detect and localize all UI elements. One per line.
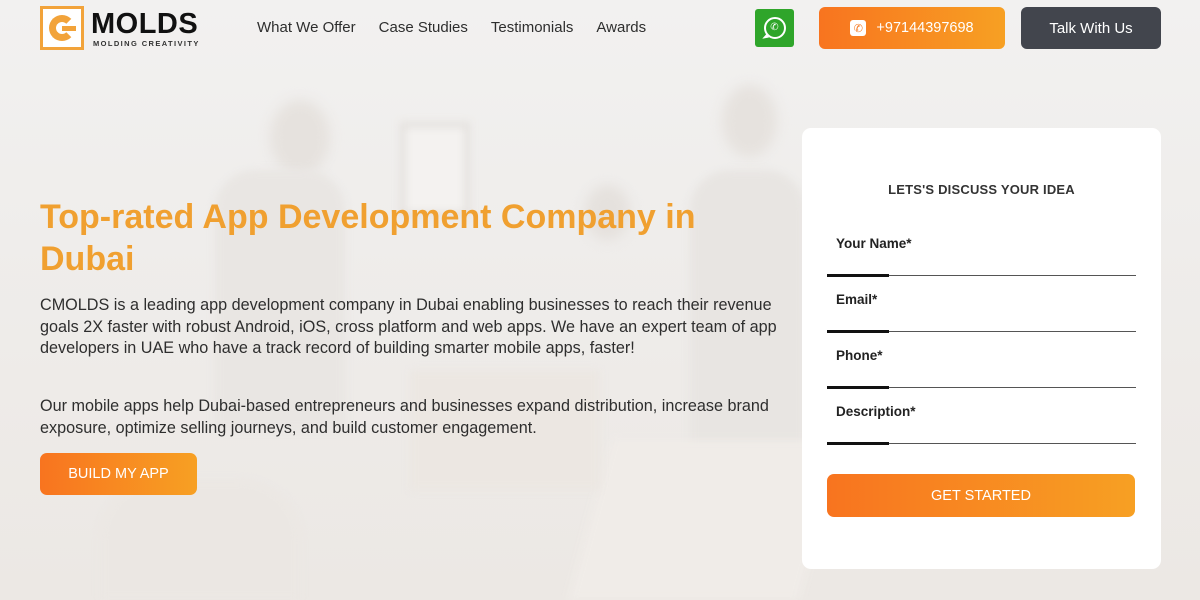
logo[interactable]: MOLDS MOLDING CREATIVITY — [40, 6, 200, 50]
phone-field[interactable]: Phone* — [827, 348, 1136, 388]
site-header: MOLDS MOLDING CREATIVITY What We Offer C… — [0, 0, 1200, 58]
phone-icon: ✆ — [850, 20, 867, 36]
name-field[interactable]: Your Name* — [827, 236, 1136, 276]
build-my-app-button[interactable]: BUILD MY APP — [40, 453, 197, 495]
nav-case-studies[interactable]: Case Studies — [379, 19, 468, 36]
phone-field-label: Phone* — [836, 348, 883, 363]
whatsapp-icon: ✆ — [763, 17, 786, 39]
nav-what-we-offer[interactable]: What We Offer — [257, 19, 356, 36]
description-field[interactable]: Description* — [827, 404, 1136, 444]
logo-c-icon — [40, 6, 84, 50]
nav-awards[interactable]: Awards — [596, 19, 646, 36]
description-field-label: Description* — [836, 404, 916, 419]
logo-name: MOLDS — [91, 7, 199, 40]
contact-form: LETS'S DISCUSS YOUR IDEA Your Name* Emai… — [802, 128, 1161, 569]
nav-testimonials[interactable]: Testimonials — [491, 19, 574, 36]
hero-paragraph-1: CMOLDS is a leading app development comp… — [40, 296, 777, 357]
hero-title: Top-rated App Development Company in Dub… — [40, 198, 696, 278]
hero-paragraph-2: Our mobile apps help Dubai-based entrepr… — [40, 397, 769, 437]
email-field[interactable]: Email* — [827, 292, 1136, 332]
name-field-label: Your Name* — [836, 236, 912, 251]
talk-with-us-button[interactable]: Talk With Us — [1021, 7, 1161, 49]
get-started-button[interactable]: GET STARTED — [827, 474, 1135, 517]
form-title: LETS'S DISCUSS YOUR IDEA — [888, 182, 1075, 197]
email-field-label: Email* — [836, 292, 878, 307]
whatsapp-button[interactable]: ✆ — [755, 9, 794, 47]
main-nav: What We Offer Case Studies Testimonials … — [257, 19, 646, 36]
logo-tagline: MOLDING CREATIVITY — [93, 38, 200, 48]
phone-button[interactable]: ✆ +97144397698 — [819, 7, 1005, 49]
phone-number: +97144397698 — [876, 20, 974, 36]
